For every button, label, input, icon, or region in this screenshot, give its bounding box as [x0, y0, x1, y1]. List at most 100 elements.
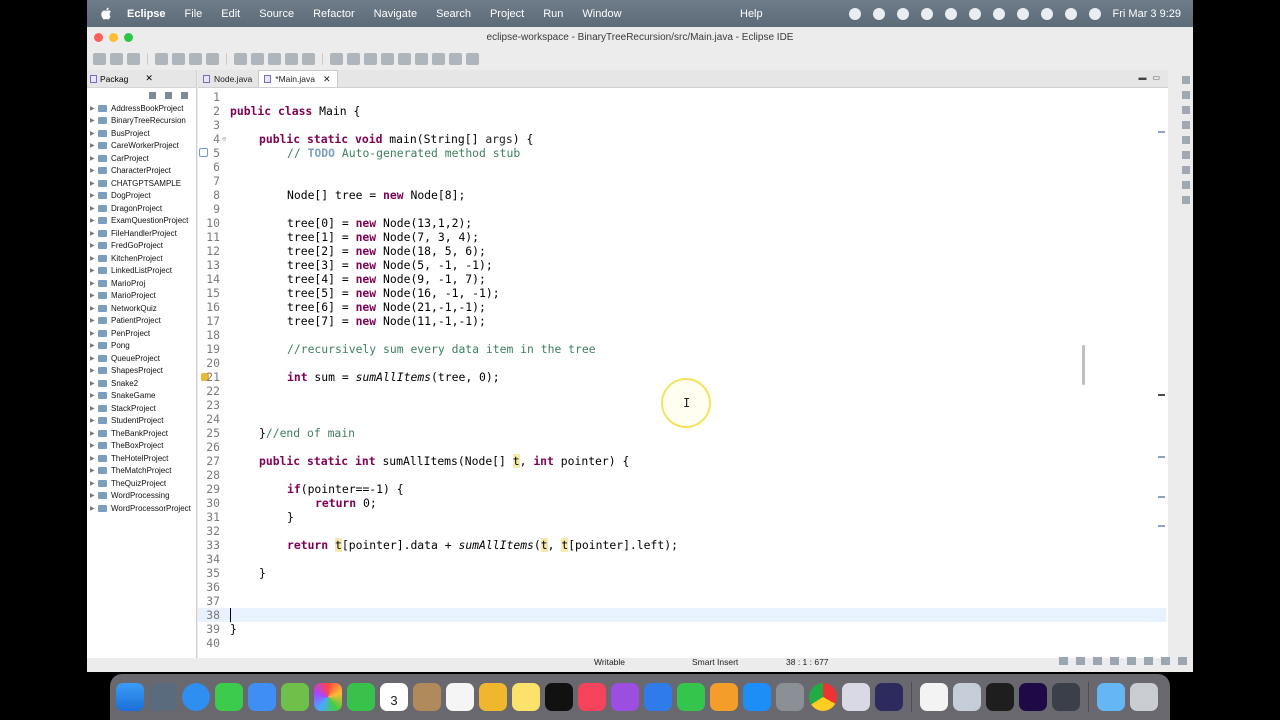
- terminal-icon[interactable]: [986, 683, 1014, 711]
- tab-node-java[interactable]: Node.java: [198, 70, 258, 87]
- sublime-text-icon[interactable]: [479, 683, 507, 711]
- project-item[interactable]: ▶ CarProject: [87, 152, 196, 165]
- menu-file[interactable]: File: [185, 8, 203, 20]
- expand-arrow-icon[interactable]: ▶: [90, 192, 98, 199]
- maximize-icon[interactable]: ▭: [1152, 73, 1160, 82]
- menu-help[interactable]: Help: [740, 8, 763, 20]
- close-icon[interactable]: ✕: [145, 73, 153, 84]
- expand-arrow-icon[interactable]: ▶: [90, 230, 98, 237]
- next-annotation-icon[interactable]: [398, 52, 411, 65]
- expand-arrow-icon[interactable]: ▶: [90, 242, 98, 249]
- forward-icon[interactable]: [449, 52, 462, 65]
- notes-icon[interactable]: [512, 683, 540, 711]
- expand-arrow-icon[interactable]: ▶: [90, 392, 98, 399]
- project-item[interactable]: ▶ ShapesProject: [87, 365, 196, 378]
- user-icon[interactable]: [992, 7, 1005, 20]
- status-tool-icon[interactable]: [1161, 657, 1170, 665]
- project-item[interactable]: ▶ ExamQuestionProject: [87, 215, 196, 228]
- project-item[interactable]: ▶ CharacterProject: [87, 165, 196, 178]
- expand-arrow-icon[interactable]: ▶: [90, 180, 98, 187]
- wifi-icon[interactable]: [1040, 7, 1053, 20]
- view-menu-icon[interactable]: [181, 91, 188, 99]
- new-class-icon[interactable]: [268, 52, 281, 65]
- project-item[interactable]: ▶ TheBankProject: [87, 427, 196, 440]
- ruler-marker[interactable]: [1158, 496, 1165, 498]
- link-editor-icon[interactable]: [165, 91, 172, 99]
- project-item[interactable]: ▶ TheMatchProject: [87, 465, 196, 478]
- keynote-icon[interactable]: [644, 683, 672, 711]
- save-icon[interactable]: [110, 52, 123, 65]
- eclipse-icon[interactable]: [875, 683, 903, 711]
- project-item[interactable]: ▶ TheBoxProject: [87, 440, 196, 453]
- new-icon[interactable]: [93, 52, 106, 65]
- expand-arrow-icon[interactable]: ▶: [90, 492, 98, 499]
- tab-main-java[interactable]: *Main.java ✕: [258, 70, 338, 87]
- safari-icon[interactable]: [182, 683, 210, 711]
- show-whitespace-icon[interactable]: [381, 52, 394, 65]
- tip-icon[interactable]: [1178, 657, 1187, 665]
- project-item[interactable]: ▶ TheHotelProject: [87, 452, 196, 465]
- battery-icon[interactable]: [1016, 7, 1029, 20]
- back-icon[interactable]: [432, 52, 445, 65]
- podcasts-icon[interactable]: [611, 683, 639, 711]
- project-item[interactable]: ▶ Pong: [87, 340, 196, 353]
- status-tool-icon[interactable]: [1110, 657, 1119, 665]
- preview-icon[interactable]: [842, 683, 870, 711]
- ruler-marker[interactable]: [1158, 131, 1165, 133]
- status-tool-icon[interactable]: [1059, 657, 1068, 665]
- expand-arrow-icon[interactable]: ▶: [90, 505, 98, 512]
- status-tool-icon[interactable]: [1127, 657, 1136, 665]
- menu-project[interactable]: Project: [490, 8, 524, 20]
- bookmarks-icon[interactable]: [1181, 181, 1190, 189]
- expand-arrow-icon[interactable]: ▶: [90, 117, 98, 124]
- launchpad-icon[interactable]: [149, 683, 177, 711]
- console-icon[interactable]: [1181, 151, 1190, 159]
- project-item[interactable]: ▶ FileHandlerProject: [87, 227, 196, 240]
- ruler-marker[interactable]: [1158, 394, 1165, 396]
- app-status-icon[interactable]: [920, 7, 933, 20]
- menu-search[interactable]: Search: [436, 8, 471, 20]
- project-item[interactable]: ▶ LinkedListProject: [87, 265, 196, 278]
- project-item[interactable]: ▶ AddressBookProject: [87, 102, 196, 115]
- music-icon[interactable]: [578, 683, 606, 711]
- expand-arrow-icon[interactable]: ▶: [90, 280, 98, 287]
- project-item[interactable]: ▶ TheQuizProject: [87, 477, 196, 490]
- project-item[interactable]: ▶ NetworkQuiz: [87, 302, 196, 315]
- project-item[interactable]: ▶ BinaryTreeRecursion: [87, 115, 196, 128]
- expand-arrow-icon[interactable]: ▶: [90, 405, 98, 412]
- prev-annotation-icon[interactable]: [415, 52, 428, 65]
- expand-arrow-icon[interactable]: ▶: [90, 142, 98, 149]
- project-item[interactable]: ▶ MarioProject: [87, 290, 196, 303]
- toggle-highlight-icon[interactable]: [347, 52, 360, 65]
- status-tool-icon[interactable]: [1144, 657, 1153, 665]
- expand-arrow-icon[interactable]: ▶: [90, 430, 98, 437]
- declaration-icon[interactable]: [1181, 136, 1190, 144]
- expand-arrow-icon[interactable]: ▶: [90, 130, 98, 137]
- project-item[interactable]: ▶ PenProject: [87, 327, 196, 340]
- pages-icon[interactable]: [710, 683, 738, 711]
- pin-editor-icon[interactable]: [466, 52, 479, 65]
- facetime-icon[interactable]: [347, 683, 375, 711]
- expand-arrow-icon[interactable]: ▶: [90, 205, 98, 212]
- moon-icon[interactable]: [944, 7, 957, 20]
- expand-arrow-icon[interactable]: ▶: [90, 442, 98, 449]
- messages-icon[interactable]: [215, 683, 243, 711]
- project-item[interactable]: ▶ SnakeGame: [87, 390, 196, 403]
- apple-tv-icon[interactable]: [545, 683, 573, 711]
- ruler-marker[interactable]: [1158, 525, 1165, 527]
- open-type-icon[interactable]: [285, 52, 298, 65]
- project-item[interactable]: ▶ DogProject: [87, 190, 196, 203]
- project-item[interactable]: ▶ StackProject: [87, 402, 196, 415]
- project-item[interactable]: ▶ WordProcessorProject: [87, 502, 196, 515]
- screenshot-icon[interactable]: [953, 683, 981, 711]
- expand-arrow-icon[interactable]: ▶: [90, 105, 98, 112]
- insert-mode-status[interactable]: Smart Insert: [692, 657, 738, 667]
- expand-arrow-icon[interactable]: ▶: [90, 367, 98, 374]
- ruler-marker[interactable]: [1158, 456, 1165, 458]
- overview-ruler[interactable]: [1156, 88, 1168, 658]
- finder-icon[interactable]: [116, 683, 144, 711]
- debug-icon[interactable]: [155, 52, 168, 65]
- menu-app-name[interactable]: Eclipse: [127, 8, 166, 20]
- app-store-icon[interactable]: [743, 683, 771, 711]
- textedit-icon[interactable]: [920, 683, 948, 711]
